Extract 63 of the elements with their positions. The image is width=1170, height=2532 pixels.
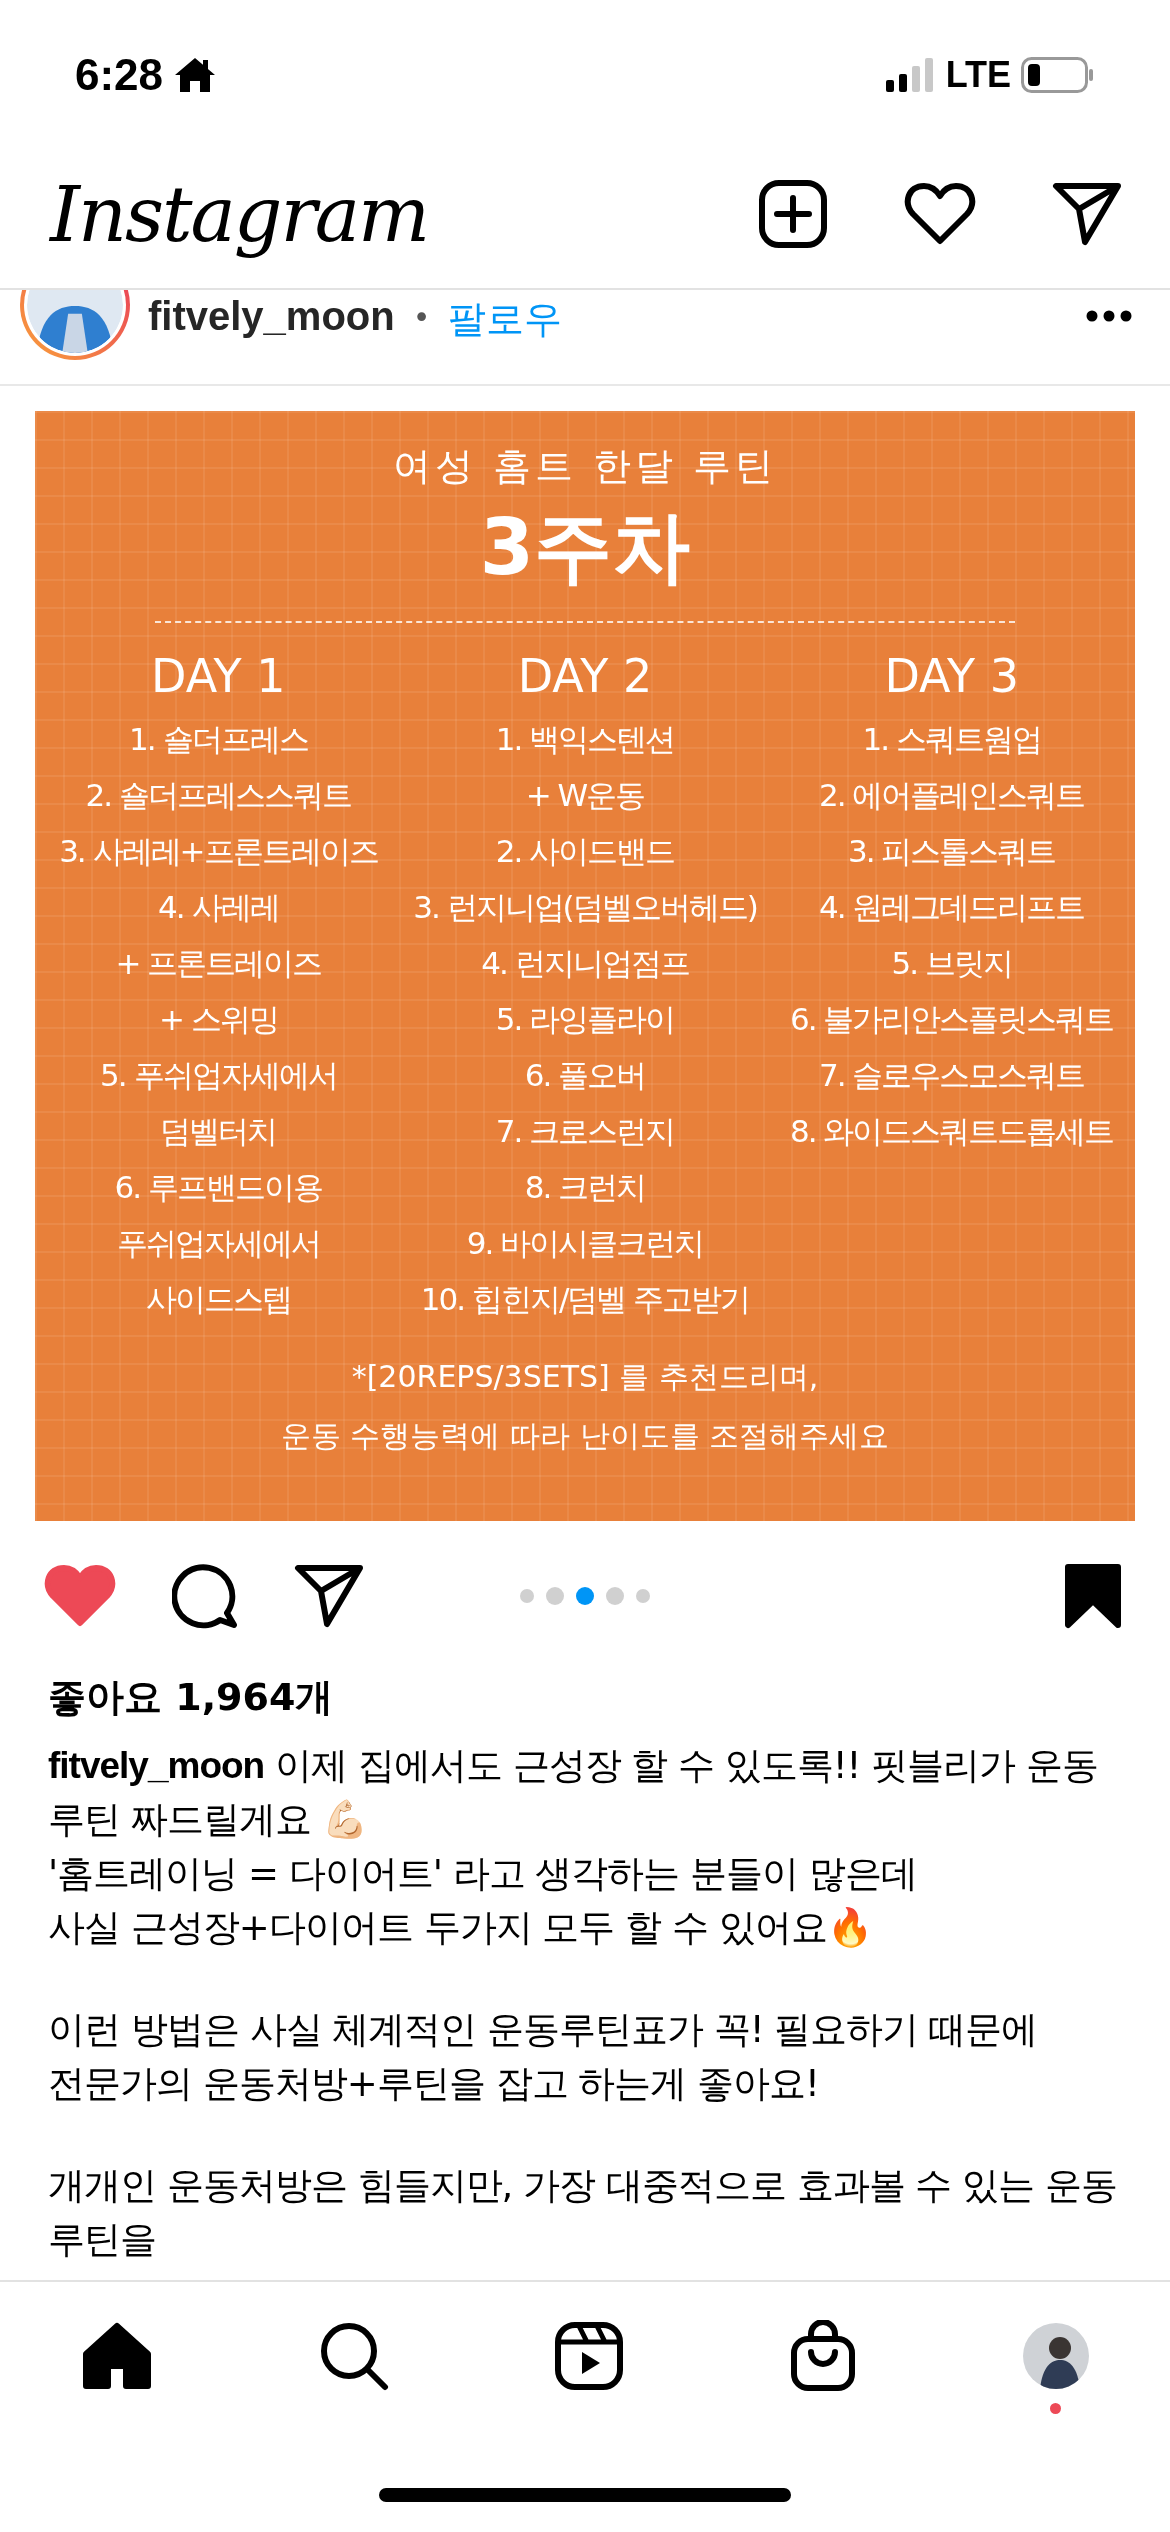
exercise-text: 3. 런지니업(덤벨오버헤드) [413, 888, 757, 927]
exercise-text: + 스위밍 [158, 1000, 278, 1039]
exercise-text: 6. 불가리안스플릿스쿼트 [789, 1000, 1114, 1039]
exercise-text: 4. 사레레 [158, 888, 279, 927]
username-link[interactable]: fitvely_moon [48, 1745, 265, 1786]
exercise-text: 6. 풀오버 [524, 1056, 646, 1095]
battery-icon [1021, 57, 1095, 93]
exercise-text: 2. 에어플레인스쿼트 [818, 776, 1085, 815]
reels-icon[interactable] [555, 2322, 623, 2390]
exercise-text: 3. 피스톨스쿼트 [847, 832, 1056, 871]
more-icon[interactable] [1086, 310, 1132, 322]
caption-text: 사실 근성장+다이어트 두가지 모두 할 수 있어요🔥 [48, 1905, 873, 1951]
send-icon[interactable] [1052, 181, 1122, 247]
exercise-text: 2. 숄더프레스스쿼트 [85, 776, 352, 815]
card-title: 3주차 [479, 501, 691, 594]
exercise-text: 4. 원레그데드리프트 [818, 888, 1085, 927]
exercise-text: 1. 숄더프레스 [129, 720, 308, 759]
likes-count[interactable]: 좋아요 1,964개 [48, 1672, 1122, 1723]
exercise-text: 6. 루프밴드이용 [114, 1168, 323, 1207]
exercise-text: 5. 푸쉬업자세에서 [100, 1056, 337, 1095]
exercise-text: 9. 바이시클크런치 [466, 1224, 704, 1263]
exercise-text: + 프론트레이즈 [115, 944, 322, 983]
caption-text: fitvely_moon 이제 집에서도 근성장 할 수 있도록!! 핏블리가 운동루틴 짜드릴게요 💪🏻 [48, 1743, 1099, 1843]
caption-text: 이런 방법은 사실 체계적인 운동루틴표가 꼭! 필요하기 때문에 [48, 2007, 1039, 2053]
exercise-text: 8. 크런치 [524, 1168, 646, 1207]
app-logo: Instagram [50, 169, 429, 259]
exercise-text: 2. 사이드밴드 [495, 832, 675, 871]
exercise-text: 8. 와이드스쿼트드롭세트 [789, 1112, 1114, 1151]
search-icon[interactable] [318, 2321, 389, 2391]
signal-icon [885, 58, 936, 92]
send-icon[interactable] [294, 1563, 364, 1629]
card-note: 운동 수행능력에 따라 난이도를 조절해주세요 [280, 1417, 890, 1455]
card-subtitle: 여성 홈트 한달 루틴 [392, 443, 778, 490]
add-icon[interactable] [758, 179, 828, 249]
exercise-text: 7. 크로스런지 [495, 1112, 675, 1151]
home-tab-icon[interactable] [82, 2322, 152, 2390]
caption-text: 전문가의 운동처방+루틴을 잡고 하는게 좋아요! [48, 2061, 820, 2107]
status-time: 6:28 [75, 50, 164, 100]
comment-icon[interactable] [172, 1563, 238, 1629]
heart-icon[interactable] [904, 182, 976, 246]
separator-dot: • [412, 300, 431, 335]
caption-text: '홈트레이닝 = 다이어트' 라고 생각하는 분들이 많은데 [48, 1851, 918, 1897]
exercise-text: 7. 슬로우스모스쿼트 [818, 1056, 1085, 1095]
exercise-text: 4. 런지니업점프 [481, 944, 689, 983]
exercise-text: 푸쉬업자세에서 [116, 1224, 320, 1263]
exercise-text: 5. 라잉플라이 [495, 1000, 675, 1039]
bookmark-icon[interactable] [1064, 1563, 1122, 1629]
exercise-text: 덤벨터치 [160, 1112, 277, 1151]
username-link[interactable]: fitvely_moon [148, 294, 395, 339]
exercise-text: 10. 힙힌지/덤벨 주고받기 [420, 1280, 750, 1319]
day-heading: DAY 2 [517, 649, 653, 703]
exercise-text: 5. 브릿지 [891, 944, 1012, 983]
day-heading: DAY 3 [884, 649, 1019, 703]
exercise-text: 3. 사레레+프론트레이즈 [59, 832, 378, 871]
exercise-text: 1. 스쿼트웜업 [862, 720, 1041, 759]
exercise-text: + W운동 [525, 776, 645, 815]
exercise-text: 사이드스텝 [145, 1280, 291, 1319]
caption-text: 개개인 운동처방은 힘들지만, 가장 대중적으로 효과볼 수 있는 운동루틴을 [48, 2163, 1118, 2263]
card-note: *[20REPS/3SETS] 를 추천드리며, [351, 1358, 819, 1396]
shop-bag-icon[interactable] [789, 2320, 856, 2392]
network-label: LTE [945, 54, 1011, 96]
exercise-text: 1. 백익스텐션 [495, 720, 675, 759]
day-heading: DAY 1 [151, 649, 286, 703]
